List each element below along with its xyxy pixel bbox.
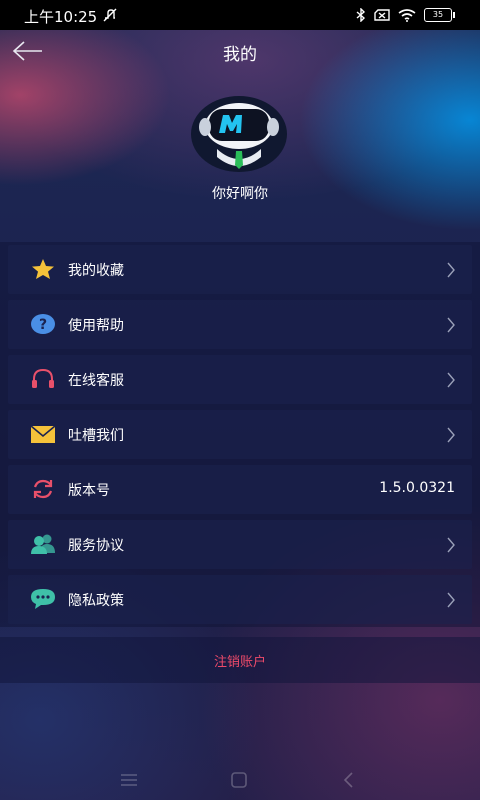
menu-item-label: 吐槽我们 [68, 428, 124, 444]
chat-icon [31, 589, 55, 609]
menu-item-privacy-policy[interactable]: 隐私政策 [0, 572, 480, 627]
username: 你好啊你 [212, 186, 268, 202]
avatar[interactable] [187, 95, 291, 173]
mute-icon [103, 8, 117, 22]
status-icons: 35 [356, 8, 455, 22]
home-icon[interactable] [229, 770, 249, 790]
menu-item-version: 版本号 1.5.0.0321 [0, 462, 480, 517]
logout-button[interactable]: 注销账户 [0, 637, 480, 683]
status-bar: 上午10:25 35 [0, 0, 480, 30]
page-title: 我的 [223, 45, 257, 65]
menu-item-feedback[interactable]: 吐槽我们 [0, 407, 480, 462]
system-nav-bar [0, 760, 480, 800]
chevron-right-icon [447, 317, 455, 333]
refresh-icon [33, 479, 53, 499]
chevron-right-icon [447, 537, 455, 553]
menu-item-label: 在线客服 [68, 373, 124, 389]
menu-item-help[interactable]: ? 使用帮助 [0, 297, 480, 352]
menu-item-label: 我的收藏 [68, 263, 124, 279]
back-icon[interactable] [339, 770, 359, 790]
menu-list: 我的收藏 ? 使用帮助 在线客服 吐槽我们 版本号 1.5.0.0321 服务协… [0, 242, 480, 627]
chevron-right-icon [447, 427, 455, 443]
logout-label: 注销账户 [213, 655, 266, 670]
menu-item-favorites[interactable]: 我的收藏 [0, 242, 480, 297]
users-icon [31, 534, 55, 554]
menu-item-service-agreement[interactable]: 服务协议 [0, 517, 480, 572]
question-icon: ? [31, 314, 55, 334]
menu-item-customer-service[interactable]: 在线客服 [0, 352, 480, 407]
no-sim-icon [374, 9, 390, 21]
menu-icon[interactable] [119, 770, 139, 790]
status-time: 上午10:25 [24, 8, 98, 26]
bluetooth-icon [356, 8, 366, 22]
menu-item-label: 隐私政策 [68, 593, 124, 609]
chevron-right-icon [447, 592, 455, 608]
menu-item-label: 服务协议 [68, 538, 124, 554]
menu-item-label: 使用帮助 [68, 318, 124, 334]
wifi-icon [398, 8, 416, 22]
chevron-right-icon [447, 372, 455, 388]
version-number: 1.5.0.0321 [379, 480, 455, 496]
star-icon [32, 259, 54, 279]
chevron-right-icon [447, 262, 455, 278]
mail-icon [30, 425, 56, 443]
menu-item-label: 版本号 [68, 483, 110, 499]
svg-text:?: ? [39, 317, 47, 333]
headset-icon [32, 368, 54, 388]
battery-icon: 35 [424, 8, 455, 22]
